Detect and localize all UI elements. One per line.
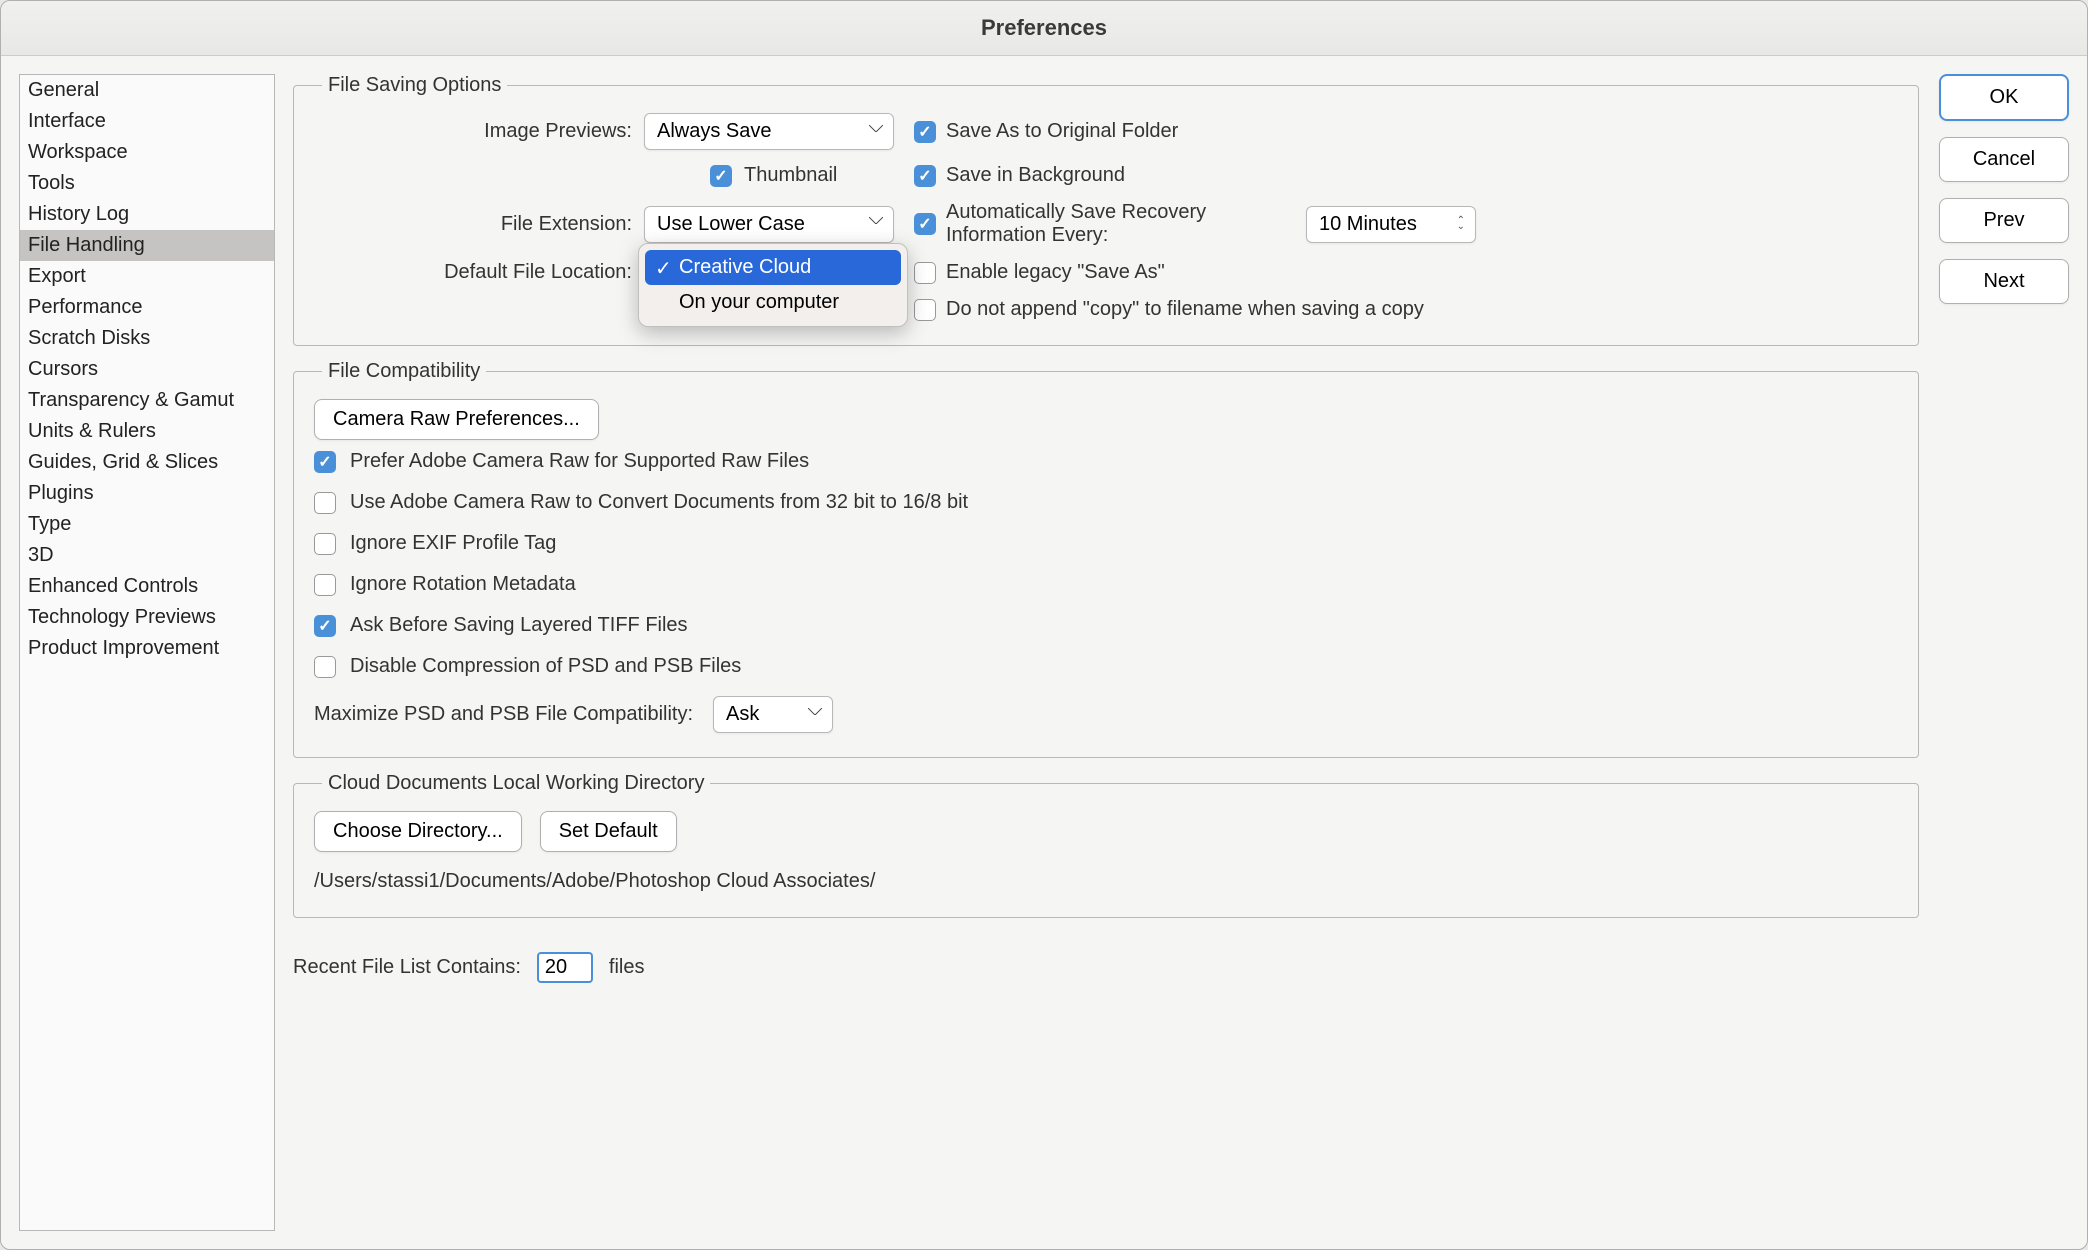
category-sidebar: General Interface Workspace Tools Histor… bbox=[19, 74, 275, 1231]
cancel-button[interactable]: Cancel bbox=[1939, 137, 2069, 182]
ignore-rotation-label: Ignore Rotation Metadata bbox=[350, 573, 576, 596]
preferences-window: Preferences General Interface Workspace … bbox=[0, 0, 2088, 1250]
disable-compression-label: Disable Compression of PSD and PSB Files bbox=[350, 655, 741, 678]
sidebar-item-workspace[interactable]: Workspace bbox=[20, 137, 274, 168]
cloud-documents-legend: Cloud Documents Local Working Directory bbox=[322, 772, 710, 795]
sidebar-item-transparency-gamut[interactable]: Transparency & Gamut bbox=[20, 385, 274, 416]
window-title: Preferences bbox=[1, 1, 2087, 56]
sidebar-item-file-handling[interactable]: File Handling bbox=[20, 230, 274, 261]
sidebar-item-type[interactable]: Type bbox=[20, 509, 274, 540]
sidebar-item-enhanced-controls[interactable]: Enhanced Controls bbox=[20, 571, 274, 602]
legacy-saveas-checkbox[interactable] bbox=[914, 262, 936, 284]
save-original-checkbox[interactable] bbox=[914, 121, 936, 143]
image-previews-select[interactable]: Always Save bbox=[644, 113, 894, 150]
prev-button[interactable]: Prev bbox=[1939, 198, 2069, 243]
dropdown-option-on-computer[interactable]: On your computer bbox=[645, 285, 901, 320]
save-original-label: Save As to Original Folder bbox=[946, 120, 1178, 143]
file-extension-select[interactable]: Use Lower Case bbox=[644, 206, 894, 243]
next-button[interactable]: Next bbox=[1939, 259, 2069, 304]
cloud-documents-fieldset: Cloud Documents Local Working Directory … bbox=[293, 772, 1919, 918]
file-saving-legend: File Saving Options bbox=[322, 74, 507, 97]
use-acr-convert-checkbox[interactable] bbox=[314, 492, 336, 514]
content-area: General Interface Workspace Tools Histor… bbox=[1, 56, 2087, 1249]
save-background-checkbox[interactable] bbox=[914, 165, 936, 187]
default-location-label: Default File Location: bbox=[444, 261, 632, 284]
default-location-dropdown: Creative Cloud On your computer bbox=[638, 243, 908, 327]
sidebar-item-interface[interactable]: Interface bbox=[20, 106, 274, 137]
ignore-rotation-checkbox[interactable] bbox=[314, 574, 336, 596]
sidebar-item-technology-previews[interactable]: Technology Previews bbox=[20, 602, 274, 633]
sidebar-item-performance[interactable]: Performance bbox=[20, 292, 274, 323]
sidebar-item-scratch-disks[interactable]: Scratch Disks bbox=[20, 323, 274, 354]
sidebar-item-export[interactable]: Export bbox=[20, 261, 274, 292]
file-saving-fieldset: File Saving Options Image Previews: Alwa… bbox=[293, 74, 1919, 346]
thumbnail-checkbox[interactable] bbox=[710, 165, 732, 187]
ask-tiff-checkbox[interactable] bbox=[314, 615, 336, 637]
legacy-saveas-label: Enable legacy "Save As" bbox=[946, 261, 1165, 284]
use-acr-convert-label: Use Adobe Camera Raw to Convert Document… bbox=[350, 491, 968, 514]
prefer-acr-checkbox[interactable] bbox=[314, 451, 336, 473]
image-previews-label: Image Previews: bbox=[484, 120, 632, 143]
no-append-copy-checkbox[interactable] bbox=[914, 299, 936, 321]
auto-recovery-interval-select[interactable]: 10 Minutes bbox=[1306, 206, 1476, 243]
sidebar-item-plugins[interactable]: Plugins bbox=[20, 478, 274, 509]
recent-files-input[interactable] bbox=[537, 952, 593, 983]
prefer-acr-label: Prefer Adobe Camera Raw for Supported Ra… bbox=[350, 450, 809, 473]
sidebar-item-3d[interactable]: 3D bbox=[20, 540, 274, 571]
maximize-psd-label: Maximize PSD and PSB File Compatibility: bbox=[314, 703, 693, 726]
ignore-exif-label: Ignore EXIF Profile Tag bbox=[350, 532, 556, 555]
ignore-exif-checkbox[interactable] bbox=[314, 533, 336, 555]
ask-tiff-label: Ask Before Saving Layered TIFF Files bbox=[350, 614, 688, 637]
save-background-label: Save in Background bbox=[946, 164, 1125, 187]
file-compatibility-legend: File Compatibility bbox=[322, 360, 486, 383]
file-compatibility-fieldset: File Compatibility Camera Raw Preference… bbox=[293, 360, 1919, 758]
set-default-button[interactable]: Set Default bbox=[540, 811, 677, 852]
thumbnail-label: Thumbnail bbox=[744, 164, 894, 187]
dropdown-option-creative-cloud[interactable]: Creative Cloud bbox=[645, 250, 901, 285]
settings-content: File Saving Options Image Previews: Alwa… bbox=[293, 74, 1919, 1231]
maximize-psd-select[interactable]: Ask bbox=[713, 696, 833, 733]
file-extension-label: File Extension: bbox=[501, 213, 632, 236]
main-panel: File Saving Options Image Previews: Alwa… bbox=[293, 74, 2069, 1231]
recent-files-suffix: files bbox=[609, 956, 645, 979]
disable-compression-checkbox[interactable] bbox=[314, 656, 336, 678]
sidebar-item-general[interactable]: General bbox=[20, 75, 274, 106]
ok-button[interactable]: OK bbox=[1939, 74, 2069, 121]
no-append-copy-label: Do not append "copy" to filename when sa… bbox=[946, 298, 1424, 321]
sidebar-item-units-rulers[interactable]: Units & Rulers bbox=[20, 416, 274, 447]
auto-recovery-checkbox[interactable] bbox=[914, 213, 936, 235]
cloud-directory-path: /Users/stassi1/Documents/Adobe/Photoshop… bbox=[314, 870, 1898, 893]
recent-files-label: Recent File List Contains: bbox=[293, 956, 521, 979]
sidebar-item-product-improvement[interactable]: Product Improvement bbox=[20, 633, 274, 664]
choose-directory-button[interactable]: Choose Directory... bbox=[314, 811, 522, 852]
auto-recovery-label: Automatically Save Recovery Information … bbox=[946, 201, 1276, 247]
sidebar-item-tools[interactable]: Tools bbox=[20, 168, 274, 199]
sidebar-item-guides-grid-slices[interactable]: Guides, Grid & Slices bbox=[20, 447, 274, 478]
camera-raw-prefs-button[interactable]: Camera Raw Preferences... bbox=[314, 399, 599, 440]
action-buttons: OK Cancel Prev Next bbox=[1939, 74, 2069, 1231]
sidebar-item-history-log[interactable]: History Log bbox=[20, 199, 274, 230]
sidebar-item-cursors[interactable]: Cursors bbox=[20, 354, 274, 385]
